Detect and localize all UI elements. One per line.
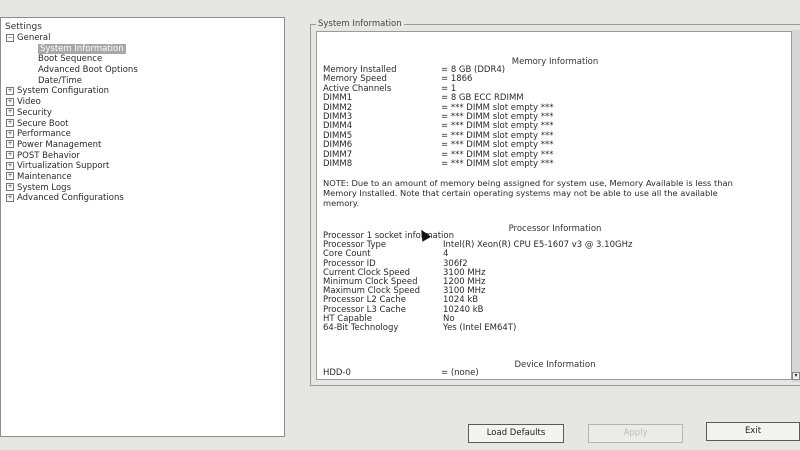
tree-item-label: POST Behavior [17, 150, 80, 161]
tree-item-virtualization-support[interactable]: + Virtualization Support [6, 161, 138, 172]
tree-item-post-behavior[interactable]: + POST Behavior [6, 151, 138, 162]
expand-icon[interactable]: + [6, 129, 14, 138]
tree-item-label: System Information [38, 43, 126, 54]
tree-item-label: Video [17, 97, 41, 108]
settings-tree: − General System Information Boot Sequence A… [6, 33, 138, 204]
system-info-content: Memory Information Memory Installed = 8 G… [316, 31, 792, 380]
apply-button[interactable]: Apply [588, 424, 683, 443]
tree-item-system-information[interactable]: System Information [6, 43, 138, 55]
scroll-down-arrow-icon[interactable]: ▾ [792, 372, 800, 380]
device-row: HDD-0 = (none) [323, 368, 783, 379]
tree-item-label: Boot Sequence [38, 54, 103, 65]
tree-item-general[interactable]: − General [6, 33, 138, 44]
frame-title: System Information [316, 19, 404, 29]
tree-item-secure-boot[interactable]: + Secure Boot [6, 119, 138, 130]
memory-label: DIMM8 [323, 159, 353, 169]
tree-item-label: Date/Time [38, 75, 82, 86]
expand-icon[interactable]: + [6, 119, 14, 127]
memory-note: NOTE: Due to an amount of memory being a… [323, 178, 733, 208]
tree-item-power-management[interactable]: + Power Management [6, 140, 138, 151]
expand-icon[interactable]: + [6, 97, 14, 106]
device-value: = (none) [441, 368, 479, 378]
collapse-icon[interactable]: − [6, 33, 14, 42]
content-scrollbar[interactable] [792, 30, 800, 382]
tree-item-label: Secure Boot [17, 118, 69, 129]
tree-item-security[interactable]: + Security [6, 108, 138, 119]
tree-item-label: Advanced Boot Options [38, 65, 138, 76]
load-defaults-button[interactable]: Load Defaults [468, 424, 564, 443]
expand-icon[interactable]: + [6, 86, 14, 95]
tree-item-advanced-boot-options[interactable]: Advanced Boot Options [6, 65, 138, 76]
tree-item-advanced-configurations[interactable]: + Advanced Configurations [6, 193, 138, 204]
processor-value: Yes (Intel EM64T) [443, 323, 517, 333]
memory-value: = *** DIMM slot empty *** [441, 159, 554, 169]
tree-item-date-time[interactable]: Date/Time [6, 76, 138, 87]
tree-item-maintenance[interactable]: + Maintenance [6, 172, 138, 183]
expand-icon[interactable]: + [6, 172, 14, 181]
tree-item-label: Virtualization Support [17, 161, 110, 172]
tree-item-label: Performance [17, 129, 71, 140]
device-label: HDD-0 [323, 368, 351, 378]
processor-label: 64-Bit Technology [323, 323, 399, 333]
expand-icon[interactable]: + [6, 140, 14, 149]
exit-button[interactable]: Exit [706, 422, 800, 441]
tree-item-label: Advanced Configurations [17, 193, 124, 204]
tree-item-label: Maintenance [17, 171, 72, 182]
tree-item-label: Security [17, 107, 52, 118]
tree-item-label: Power Management [17, 139, 102, 150]
memory-row: DIMM8 = *** DIMM slot empty *** [323, 159, 783, 170]
processor-row: 64-Bit Technology Yes (Intel EM64T) [323, 323, 783, 334]
tree-item-label: System Logs [17, 182, 72, 193]
tree-item-label: General [17, 33, 51, 43]
settings-title: Settings [5, 22, 42, 32]
tree-item-video[interactable]: + Video [6, 97, 138, 108]
expand-icon[interactable]: + [6, 151, 14, 160]
expand-icon[interactable]: + [6, 161, 14, 170]
tree-item-system-logs[interactable]: + System Logs [6, 183, 138, 194]
expand-icon[interactable]: + [6, 108, 14, 117]
expand-icon[interactable]: + [6, 183, 14, 192]
expand-icon[interactable]: + [6, 193, 14, 202]
tree-item-performance[interactable]: + Performance [6, 129, 138, 140]
processor-value: Intel(R) Xeon(R) CPU E5-1607 v3 @ 3.10GH… [443, 240, 633, 251]
tree-item-boot-sequence[interactable]: Boot Sequence [6, 54, 138, 65]
tree-item-label: System Configuration [17, 86, 110, 97]
tree-item-system-configuration[interactable]: + System Configuration [6, 86, 138, 97]
